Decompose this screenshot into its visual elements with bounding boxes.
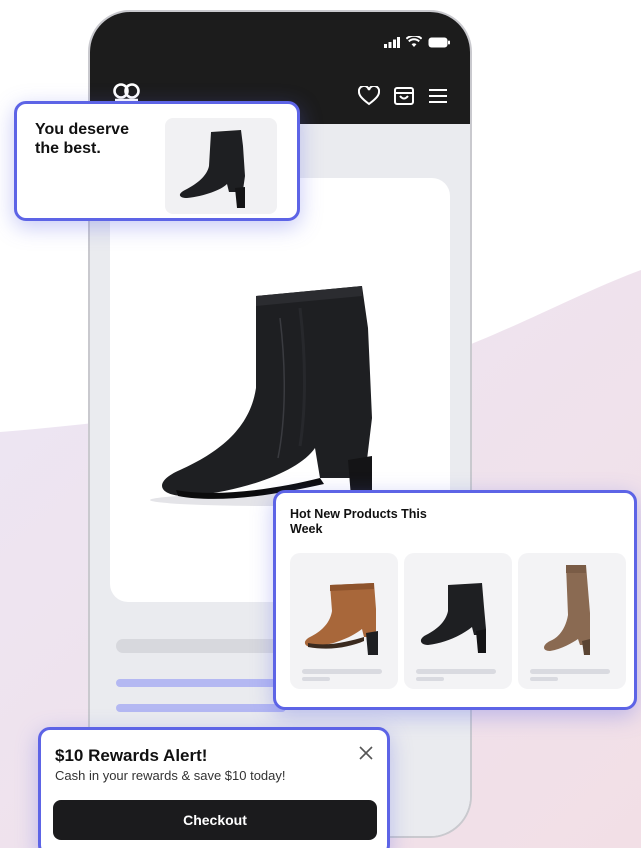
- promo-thumbnail: [165, 118, 277, 214]
- placeholder-line: [116, 639, 286, 653]
- placeholder-line: [116, 704, 286, 712]
- close-icon[interactable]: [357, 744, 375, 762]
- black-boot-image: [420, 583, 486, 653]
- brown-boot-image: [304, 583, 378, 655]
- product-card[interactable]: [290, 553, 398, 689]
- placeholder-line: [530, 669, 610, 674]
- tan-tall-boot-image: [544, 565, 590, 655]
- placeholder-line: [302, 677, 330, 681]
- promo-popup[interactable]: You deserve the best.: [14, 101, 300, 221]
- status-bar: [384, 36, 450, 48]
- hot-products-title: Hot New Products This Week: [290, 507, 427, 536]
- promo-title: You deserve the best.: [35, 121, 129, 157]
- heart-icon[interactable]: [358, 86, 380, 106]
- battery-icon: [428, 37, 450, 47]
- placeholder-line: [116, 679, 286, 687]
- placeholder-line: [416, 669, 496, 674]
- rewards-subtitle: Cash in your rewards & save $10 today!: [55, 768, 286, 783]
- cart-icon[interactable]: [394, 87, 414, 105]
- wifi-icon: [406, 36, 422, 47]
- signal-icon: [384, 36, 400, 48]
- product-card[interactable]: [518, 553, 626, 689]
- checkout-button[interactable]: Checkout: [53, 800, 377, 840]
- rewards-alert-popup[interactable]: $10 Rewards Alert! Cash in your rewards …: [38, 727, 390, 848]
- placeholder-line: [302, 669, 382, 674]
- placeholder-line: [530, 677, 558, 681]
- menu-icon[interactable]: [428, 88, 448, 104]
- hot-products-popup[interactable]: Hot New Products This Week: [273, 490, 637, 710]
- rewards-title: $10 Rewards Alert!: [55, 746, 208, 765]
- placeholder-line: [416, 677, 444, 681]
- boot-image: [179, 130, 245, 208]
- product-card[interactable]: [404, 553, 512, 689]
